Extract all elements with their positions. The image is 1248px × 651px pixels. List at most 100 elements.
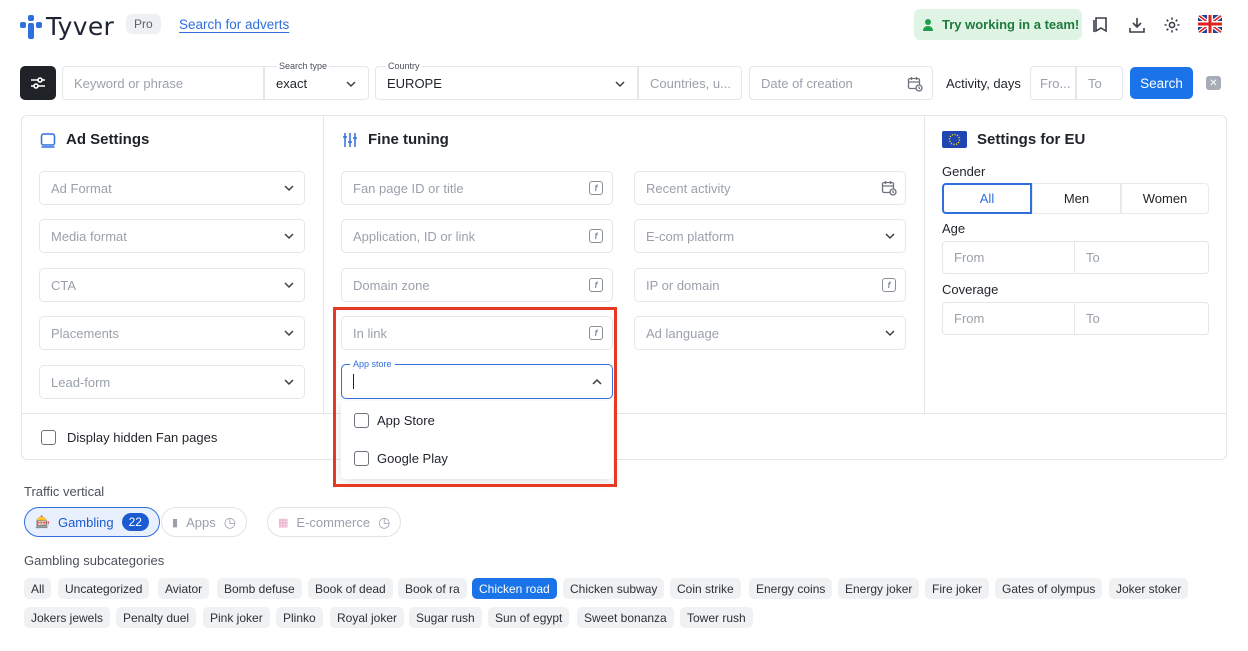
chip-royal-joker[interactable]: Royal joker [330, 607, 405, 628]
ad-language-select[interactable]: Ad language [634, 316, 906, 350]
fine-tuning-title: Fine tuning [342, 131, 449, 148]
keyword-input[interactable]: Keyword or phrase [62, 66, 264, 100]
chip-sugar-rush[interactable]: Sugar rush [409, 607, 482, 628]
facebook-icon: f [882, 278, 896, 292]
chip-plinko[interactable]: Plinko [276, 607, 323, 628]
chip-coin-strike[interactable]: Coin strike [670, 578, 741, 599]
chip-chicken-road[interactable]: Chicken road [472, 578, 557, 599]
calendar-icon[interactable] [881, 180, 897, 196]
activity-from-placeholder: Fro... [1040, 76, 1071, 91]
country-select[interactable]: Country EUROPE [375, 61, 638, 100]
chip-aviator[interactable]: Aviator [158, 578, 210, 599]
chevron-down-icon [885, 233, 895, 240]
chip-book-of-dead[interactable]: Book of dead [308, 578, 393, 599]
shop-icon: ▦ [278, 516, 289, 529]
activity-to-placeholder: To [1088, 76, 1102, 91]
coverage-label: Coverage [942, 282, 999, 297]
gender-all[interactable]: All [942, 183, 1032, 214]
phone-icon: ▮ [172, 516, 179, 529]
lead-form-select[interactable]: Lead-form [39, 365, 305, 399]
hidden-fan-pages-toggle[interactable]: Display hidden Fan pages [41, 430, 217, 445]
chevron-down-icon [615, 81, 625, 88]
coverage-range: From To [942, 302, 1209, 335]
activity-to-input[interactable]: To [1076, 66, 1123, 100]
age-label: Age [942, 221, 966, 236]
gender-label: Gender [942, 164, 986, 179]
gender-women[interactable]: Women [1121, 183, 1209, 214]
date-of-creation-input[interactable]: Date of creation [749, 66, 933, 100]
logo-icon [20, 14, 42, 39]
chip-bomb-defuse[interactable]: Bomb defuse [217, 578, 302, 599]
vertical-label: Apps [186, 514, 216, 530]
countries-input[interactable]: Countries, u... [638, 66, 742, 100]
vertical-label: E-commerce [296, 514, 371, 530]
fan-page-placeholder: Fan page ID or title [353, 180, 464, 196]
ad-format-placeholder: Ad Format [51, 180, 112, 196]
domain-zone-placeholder: Domain zone [353, 277, 430, 293]
casino-icon: 🎰 [35, 515, 50, 529]
calendar-icon[interactable] [907, 76, 923, 92]
age-to-input[interactable]: To [1075, 241, 1209, 274]
bookmark-icon[interactable] [1090, 14, 1112, 36]
gear-icon[interactable] [1161, 14, 1183, 36]
chip-chicken-subway[interactable]: Chicken subway [563, 578, 665, 599]
download-icon[interactable] [1126, 14, 1148, 36]
divider [22, 413, 1226, 414]
search-type-select[interactable]: Search type exact [264, 61, 369, 100]
placements-select[interactable]: Placements [39, 316, 305, 350]
media-format-select[interactable]: Media format [39, 219, 305, 253]
domain-zone-input[interactable]: Domain zone f [341, 268, 613, 302]
checkbox[interactable] [41, 430, 56, 445]
cta-select[interactable]: CTA [39, 268, 305, 302]
vertical-gambling[interactable]: 🎰 Gambling 22 [24, 507, 160, 537]
chip-sun-of-egypt[interactable]: Sun of egypt [488, 607, 570, 628]
facebook-icon: f [589, 229, 603, 243]
chip-tower-rush[interactable]: Tower rush [680, 607, 753, 628]
vertical-ecommerce[interactable]: ▦ E-commerce ◷ [267, 507, 402, 537]
chip-joker-stoker[interactable]: Joker stoker [1109, 578, 1189, 599]
chip-gates-of-olympus[interactable]: Gates of olympus [995, 578, 1103, 599]
ad-settings-title: Ad Settings [40, 131, 149, 148]
countries-placeholder: Countries, u... [650, 76, 731, 91]
ip-domain-input[interactable]: IP or domain f [634, 268, 906, 302]
vertical-label: Gambling [57, 514, 114, 530]
gender-men[interactable]: Men [1032, 183, 1121, 214]
placements-placeholder: Placements [51, 325, 119, 341]
recent-activity-input[interactable]: Recent activity [634, 171, 906, 205]
tuning-icon [343, 132, 357, 147]
ad-settings-title-text: Ad Settings [66, 131, 150, 148]
chip-pink-joker[interactable]: Pink joker [203, 607, 270, 628]
search-adverts-link[interactable]: Search for adverts [179, 17, 289, 32]
age-from-input[interactable]: From [942, 241, 1075, 274]
subcategories-label: Gambling subcategories [24, 553, 165, 568]
count-badge: 22 [121, 513, 149, 531]
chip-uncategorized[interactable]: Uncategorized [58, 578, 150, 599]
chip-penalty-duel[interactable]: Penalty duel [116, 607, 197, 628]
chip-jokers-jewels[interactable]: Jokers jewels [24, 607, 111, 628]
chip-fire-joker[interactable]: Fire joker [925, 578, 990, 599]
cta-placeholder: CTA [51, 277, 77, 293]
chip-sweet-bonanza[interactable]: Sweet bonanza [577, 607, 674, 628]
facebook-icon: f [589, 181, 603, 195]
chevron-down-icon [284, 233, 294, 240]
coverage-from-input[interactable]: From [942, 302, 1075, 335]
clear-icon[interactable]: ✕ [1206, 76, 1221, 90]
ad-format-select[interactable]: Ad Format [39, 171, 305, 205]
ecom-platform-select[interactable]: E-com platform [634, 219, 906, 253]
chip-book-of-ra[interactable]: Book of ra [398, 578, 467, 599]
vertical-apps[interactable]: ▮ Apps ◷ [161, 507, 247, 537]
fan-page-input[interactable]: Fan page ID or title f [341, 171, 613, 205]
chip-energy-coins[interactable]: Energy coins [749, 578, 833, 599]
logo[interactable]: Tyver [20, 12, 114, 41]
filter-toggle-button[interactable] [20, 66, 56, 100]
chip-all[interactable]: All [24, 578, 52, 599]
coverage-to-input[interactable]: To [1075, 302, 1209, 335]
application-input[interactable]: Application, ID or link f [341, 219, 613, 253]
sliders-icon [31, 77, 45, 89]
uk-flag-icon[interactable] [1198, 15, 1222, 33]
gender-segmented: All Men Women [942, 183, 1209, 214]
team-button[interactable]: Try working in a team! [914, 9, 1082, 40]
chip-energy-joker[interactable]: Energy joker [838, 578, 920, 599]
activity-from-input[interactable]: Fro... [1030, 66, 1076, 100]
search-button[interactable]: Search [1130, 67, 1193, 99]
